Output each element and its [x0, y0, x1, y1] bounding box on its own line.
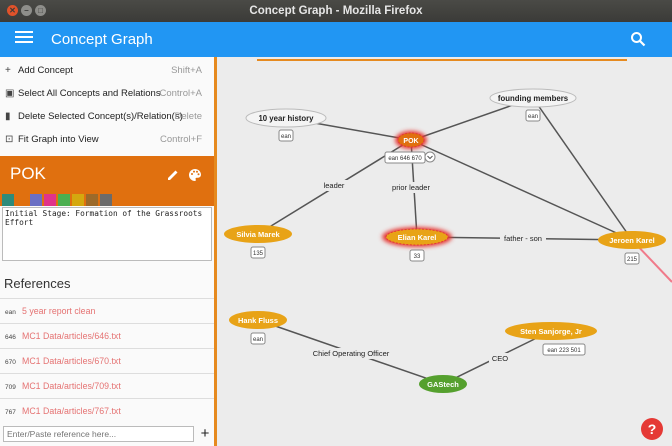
- edge-label-father-son: father - son: [504, 234, 542, 243]
- reference-link[interactable]: 5 year report clean: [22, 299, 95, 324]
- node-ref: 135: [253, 251, 264, 257]
- color-swatch-5[interactable]: [58, 194, 70, 206]
- edge-label-coo: Chief Operating Officer: [313, 349, 390, 358]
- window-maximize-icon[interactable]: □: [35, 5, 46, 16]
- graph-canvas[interactable]: leader prior leader father - son Chief O…: [217, 57, 672, 446]
- node-ref: ean: [528, 114, 538, 120]
- color-swatches: [2, 193, 114, 206]
- reference-item[interactable]: 767 MC1 Data/articles/767.txt: [0, 398, 214, 423]
- app-bar: Concept Graph: [0, 22, 672, 57]
- concept-title: POK: [10, 164, 46, 183]
- menu-item-label: Add Concept: [18, 65, 73, 76]
- menu-item-fit-graph[interactable]: ⊡ Fit Graph into View Control+F: [0, 128, 214, 151]
- menu-item-shortcut: Shift+A: [171, 65, 202, 76]
- edge-founding-jeroen[interactable]: [532, 97, 633, 241]
- sidebar: + Add Concept Shift+A ▣ Select All Conce…: [0, 57, 217, 446]
- color-swatch-1[interactable]: [2, 194, 14, 206]
- edge-label-leader: leader: [324, 181, 345, 190]
- node-label: Jeroen Karel: [609, 236, 654, 245]
- references-list: ean 5 year report clean 646 MC1 Data/art…: [0, 298, 214, 423]
- trash-icon: ▮: [5, 111, 11, 122]
- reference-id: 670: [5, 359, 16, 366]
- node-label: Silvia Marek: [236, 230, 280, 239]
- menu-item-shortcut: Control+F: [160, 134, 202, 145]
- node-ref: 215: [627, 257, 638, 263]
- app-title: Concept Graph: [51, 31, 153, 48]
- node-ref: ean 223 501: [547, 348, 581, 354]
- menu-item-delete-selected[interactable]: ▮ Delete Selected Concept(s)/Relation(s)…: [0, 105, 214, 128]
- reference-link[interactable]: MC1 Data/articles/709.txt: [22, 374, 121, 399]
- node-label: Elian Karel: [398, 233, 437, 242]
- edge-label-prior-leader: prior leader: [392, 183, 430, 192]
- node-label: 10 year history: [258, 114, 314, 123]
- concept-node-gastech[interactable]: GAStech: [419, 375, 467, 393]
- menu-item-shortcut: Control+A: [159, 88, 202, 99]
- color-swatch-3[interactable]: [30, 194, 42, 206]
- search-icon[interactable]: [630, 31, 646, 47]
- graph-svg[interactable]: leader prior leader father - son Chief O…: [217, 57, 672, 446]
- concept-node-history[interactable]: 10 year history ean: [245, 108, 327, 142]
- concept-node-elian-karel[interactable]: Elian Karel 33: [382, 227, 452, 262]
- node-label: Hank Fluss: [238, 316, 278, 325]
- color-swatch-7[interactable]: [86, 194, 98, 206]
- chevron-down-icon[interactable]: [424, 151, 436, 163]
- browser-window: ✕ – □ Concept Graph - Mozilla Firefox Co…: [0, 0, 672, 446]
- references-title: References: [4, 276, 71, 291]
- edge-label-ceo: CEO: [492, 354, 508, 363]
- reference-id: 767: [5, 409, 16, 416]
- window-close-icon[interactable]: ✕: [7, 5, 18, 16]
- fit-view-icon: ⊡: [5, 134, 14, 145]
- plus-icon: +: [5, 65, 11, 76]
- reference-item[interactable]: 709 MC1 Data/articles/709.txt: [0, 373, 214, 398]
- hamburger-icon[interactable]: [15, 31, 33, 47]
- concept-node-sten-sanjorge[interactable]: Sten Sanjorge, Jr ean 223 501: [505, 322, 597, 356]
- node-label: POK: [403, 138, 418, 145]
- reference-link[interactable]: MC1 Data/articles/646.txt: [22, 324, 121, 349]
- menu-item-label: Fit Graph into View: [18, 134, 99, 145]
- concept-node-silvia-marek[interactable]: Silvia Marek 135: [224, 225, 292, 259]
- reference-item[interactable]: 670 MC1 Data/articles/670.txt: [0, 348, 214, 373]
- node-ref: ean: [253, 337, 263, 343]
- reference-id: ean: [5, 309, 16, 316]
- help-button[interactable]: ?: [641, 418, 663, 440]
- reference-id: 709: [5, 384, 16, 391]
- palette-icon[interactable]: [188, 168, 202, 182]
- window-titlebar: ✕ – □ Concept Graph - Mozilla Firefox: [0, 0, 672, 22]
- pencil-icon[interactable]: [166, 168, 180, 182]
- reference-input[interactable]: [3, 426, 194, 442]
- reference-link[interactable]: MC1 Data/articles/670.txt: [22, 349, 121, 374]
- reference-link[interactable]: MC1 Data/articles/767.txt: [22, 399, 121, 424]
- menu-item-shortcut: Delete: [174, 111, 202, 122]
- node-ref: ean 646 670: [388, 156, 422, 162]
- concept-node-jeroen-karel[interactable]: Jeroen Karel 215: [598, 231, 666, 265]
- color-swatch-6[interactable]: [72, 194, 84, 206]
- window-minimize-icon[interactable]: –: [21, 5, 32, 16]
- color-swatch-2[interactable]: [16, 194, 28, 206]
- reference-id: 646: [5, 334, 16, 341]
- menu-item-label: Select All Concepts and Relations: [18, 88, 161, 99]
- node-label: GAStech: [427, 380, 459, 389]
- reference-item[interactable]: ean 5 year report clean: [0, 298, 214, 323]
- edge-pok-jeroen[interactable]: [410, 139, 633, 241]
- node-ref: 33: [414, 254, 421, 260]
- concept-description[interactable]: Initial Stage: Formation of the Grassroo…: [2, 207, 212, 261]
- select-all-icon: ▣: [5, 88, 15, 99]
- reference-item[interactable]: 646 MC1 Data/articles/646.txt: [0, 323, 214, 348]
- color-swatch-8[interactable]: [100, 194, 112, 206]
- menu-item-select-all[interactable]: ▣ Select All Concepts and Relations Cont…: [0, 82, 214, 105]
- add-reference-button[interactable]: +: [198, 426, 212, 442]
- menu-list: + Add Concept Shift+A ▣ Select All Conce…: [0, 57, 214, 151]
- window-title: Concept Graph - Mozilla Firefox: [249, 5, 423, 17]
- menu-item-label: Delete Selected Concept(s)/Relation(s): [18, 111, 183, 122]
- menu-item-add-concept[interactable]: + Add Concept Shift+A: [0, 59, 214, 82]
- concept-node-founding-members[interactable]: founding members ean: [489, 88, 577, 122]
- node-label: Sten Sanjorge, Jr: [520, 327, 582, 336]
- color-swatch-4[interactable]: [44, 194, 56, 206]
- node-label: founding members: [498, 94, 569, 103]
- node-ref: ean: [281, 134, 291, 140]
